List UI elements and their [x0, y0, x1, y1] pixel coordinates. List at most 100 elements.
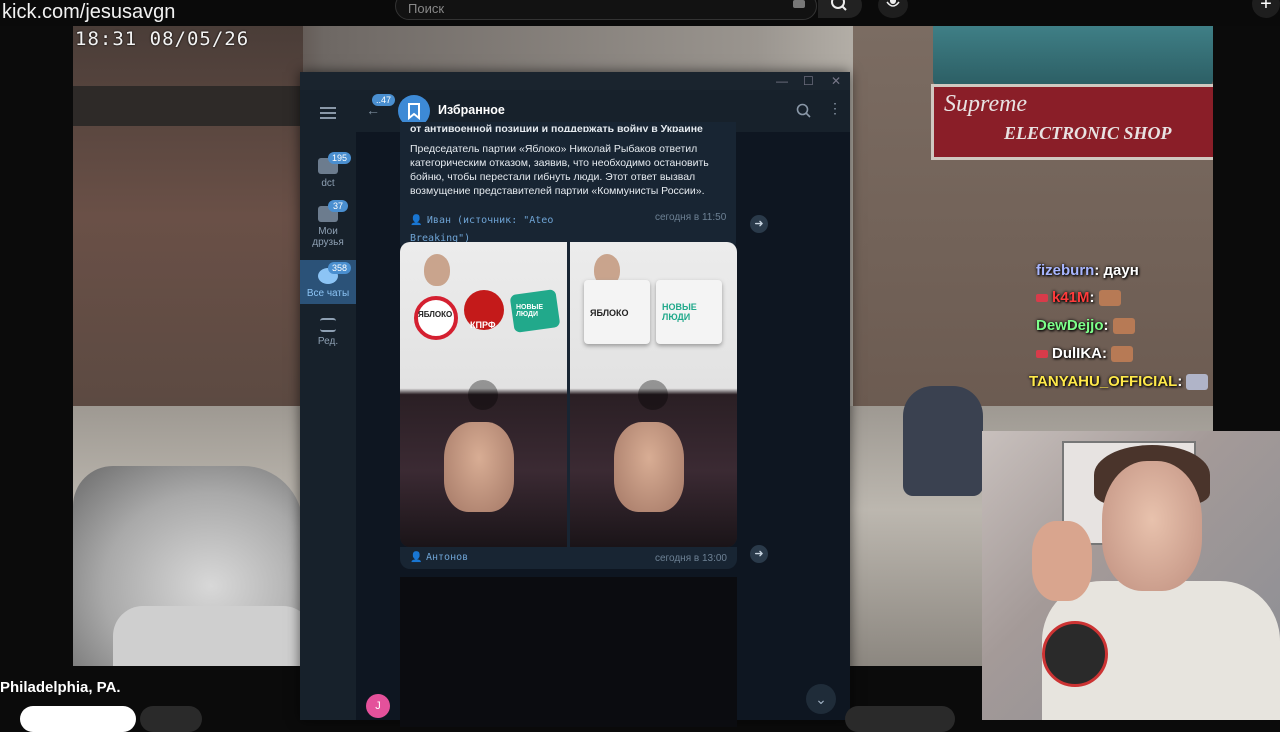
- chat-message: TANYAHU_OFFICIAL:: [1029, 373, 1209, 391]
- chat-text: :: [1102, 345, 1107, 362]
- sender-avatar[interactable]: J: [366, 694, 390, 718]
- emote-icon: [1111, 346, 1133, 363]
- chat-message: k41M:: [1036, 289, 1121, 307]
- back-arrow-icon[interactable]: ←: [366, 102, 380, 118]
- chat-username[interactable]: DewDejjo: [1036, 317, 1104, 334]
- folder-badge: 358: [328, 262, 352, 274]
- unread-count: 47: [381, 95, 392, 105]
- microphone-icon: [886, 0, 900, 7]
- search-icon: [831, 0, 847, 11]
- shop-sign: Supreme ELECTRONIC SHOP: [931, 84, 1213, 160]
- badge-icon: [1036, 294, 1048, 303]
- folder-friends[interactable]: 37 Мои друзья: [300, 200, 356, 248]
- forward-button[interactable]: ➜: [750, 545, 768, 563]
- streamer-head: [614, 422, 684, 512]
- chat-message: fizeburn: даун: [1036, 262, 1139, 279]
- building-left: [73, 26, 303, 406]
- message-text-bubble: от антивоенной позиции и поддержать войн…: [400, 122, 736, 252]
- message-footer: 👤 Антонов сегодня в 13:00: [400, 547, 737, 569]
- chat-text: :: [1089, 289, 1095, 306]
- search-button[interactable]: [818, 0, 862, 18]
- kprf-label: КПРФ: [470, 320, 496, 330]
- forward-button[interactable]: ➜: [750, 215, 768, 233]
- stream-location: Philadelphia, PA.: [0, 679, 121, 696]
- maximize-icon[interactable]: ☐: [803, 74, 814, 88]
- folder-edit[interactable]: Ред.: [300, 318, 356, 347]
- message-sender[interactable]: Иван (источник: "Ateo Breaking"): [410, 215, 553, 244]
- telegram-window: — ☐ ✕ 195 dct 37 Мои друзья 358 Все чаты…: [300, 72, 850, 727]
- yabloko-label: ЯБЛОКО: [418, 310, 453, 319]
- streamer-head: [444, 422, 514, 512]
- chat-username[interactable]: DulIKA: [1052, 345, 1102, 362]
- message-body: Председатель партии «Яблоко» Николай Рыб…: [410, 143, 709, 197]
- message-time: сегодня в 13:00: [655, 553, 727, 564]
- new-people-label: НОВЫЕ ЛЮДИ: [516, 304, 544, 318]
- scroll-down-button[interactable]: ⌄: [806, 684, 836, 714]
- person-sitting: [903, 386, 983, 496]
- message-sender[interactable]: Антонов: [426, 552, 468, 563]
- site-url[interactable]: kick.com/jesusavgn: [2, 1, 175, 24]
- chat-message: DulIKA:: [1036, 345, 1133, 363]
- more-icon[interactable]: ⋮: [828, 100, 842, 117]
- awning-left: [73, 86, 303, 126]
- message-time: сегодня в 11:50: [655, 212, 727, 223]
- streamer-hand: [1032, 521, 1092, 601]
- new-people-label: НОВЫЕ ЛЮДИ: [662, 302, 697, 322]
- minimize-icon[interactable]: —: [776, 74, 788, 88]
- microphone-button[interactable]: [878, 0, 908, 18]
- user-icon: 👤: [410, 215, 423, 226]
- chat-title[interactable]: Избранное: [438, 103, 505, 117]
- chat-text: : даун: [1094, 262, 1139, 279]
- folder-label: Все чаты: [306, 288, 350, 299]
- search-icon[interactable]: [796, 103, 812, 119]
- emote-icon: [1112, 318, 1135, 335]
- folder-label: Ред.: [317, 336, 339, 347]
- secondary-button[interactable]: [140, 706, 202, 732]
- folder-all-chats[interactable]: 358 Все чаты: [300, 260, 356, 304]
- microphone: [1042, 621, 1108, 687]
- chat-username[interactable]: k41M: [1052, 289, 1090, 306]
- yabloko-label: ЯБЛОКО: [590, 308, 629, 318]
- video-thumbnail-2[interactable]: ЯБЛОКО НОВЫЕ ЛЮДИ: [570, 242, 737, 547]
- follow-button[interactable]: [20, 706, 136, 732]
- folder-label: dct: [321, 178, 335, 189]
- emote-icon: [1186, 374, 1209, 391]
- search-input[interactable]: Поиск: [395, 0, 817, 20]
- emote-icon: [1098, 290, 1121, 307]
- sign-line1: Supreme: [944, 91, 1028, 117]
- message-sender-row: 👤 Иван (источник: "Ateo Breaking"): [410, 210, 610, 246]
- chat-username[interactable]: fizeburn: [1036, 262, 1094, 279]
- dark-video-preview[interactable]: [400, 577, 737, 727]
- folder-label: Мои друзья: [312, 226, 344, 248]
- streamer-face: [1102, 461, 1202, 591]
- share-button[interactable]: [845, 706, 955, 732]
- chat-history: от антивоенной позиции и поддержать войн…: [356, 122, 850, 727]
- folders-sidebar: 195 dct 37 Мои друзья 358 Все чаты Ред.: [300, 90, 356, 720]
- window-titlebar: — ☐ ✕: [300, 72, 850, 90]
- keyboard-icon[interactable]: [793, 0, 805, 8]
- webcam-overlay: [982, 431, 1280, 720]
- edit-icon: [320, 318, 336, 332]
- chat-text: :: [1177, 373, 1183, 390]
- play-icon[interactable]: [468, 380, 498, 410]
- close-icon[interactable]: ✕: [831, 74, 841, 88]
- search-placeholder: Поиск: [408, 1, 445, 16]
- sign-line2: ELECTRONIC SHOP: [1004, 123, 1172, 143]
- message-cut-line: от антивоенной позиции и поддержать войн…: [410, 123, 703, 132]
- badge-icon: [1036, 350, 1048, 359]
- folder-badge: 37: [328, 200, 348, 212]
- video-thumbnail-1[interactable]: ЯБЛОКО КПРФ НОВЫЕ ЛЮДИ: [400, 242, 567, 547]
- thumbnail-face: [424, 254, 450, 286]
- folder-badge: 195: [328, 152, 352, 164]
- media-album: ЯБЛОКО КПРФ НОВЫЕ ЛЮДИ ЯБЛОКО НОВЫЕ ЛЮДИ…: [400, 242, 737, 547]
- chat-text: :: [1103, 317, 1109, 334]
- play-icon[interactable]: [638, 380, 668, 410]
- folder-dct[interactable]: 195 dct: [300, 152, 356, 189]
- shop-awning: [933, 26, 1213, 86]
- user-icon: 👤: [410, 552, 423, 563]
- chat-message: DewDejjo:: [1036, 317, 1135, 335]
- menu-icon[interactable]: [320, 104, 336, 122]
- chat-username[interactable]: TANYAHU_OFFICIAL: [1029, 373, 1177, 390]
- parked-car-2: [113, 606, 313, 666]
- video-timestamp: 18:31 08/05/26: [75, 28, 250, 50]
